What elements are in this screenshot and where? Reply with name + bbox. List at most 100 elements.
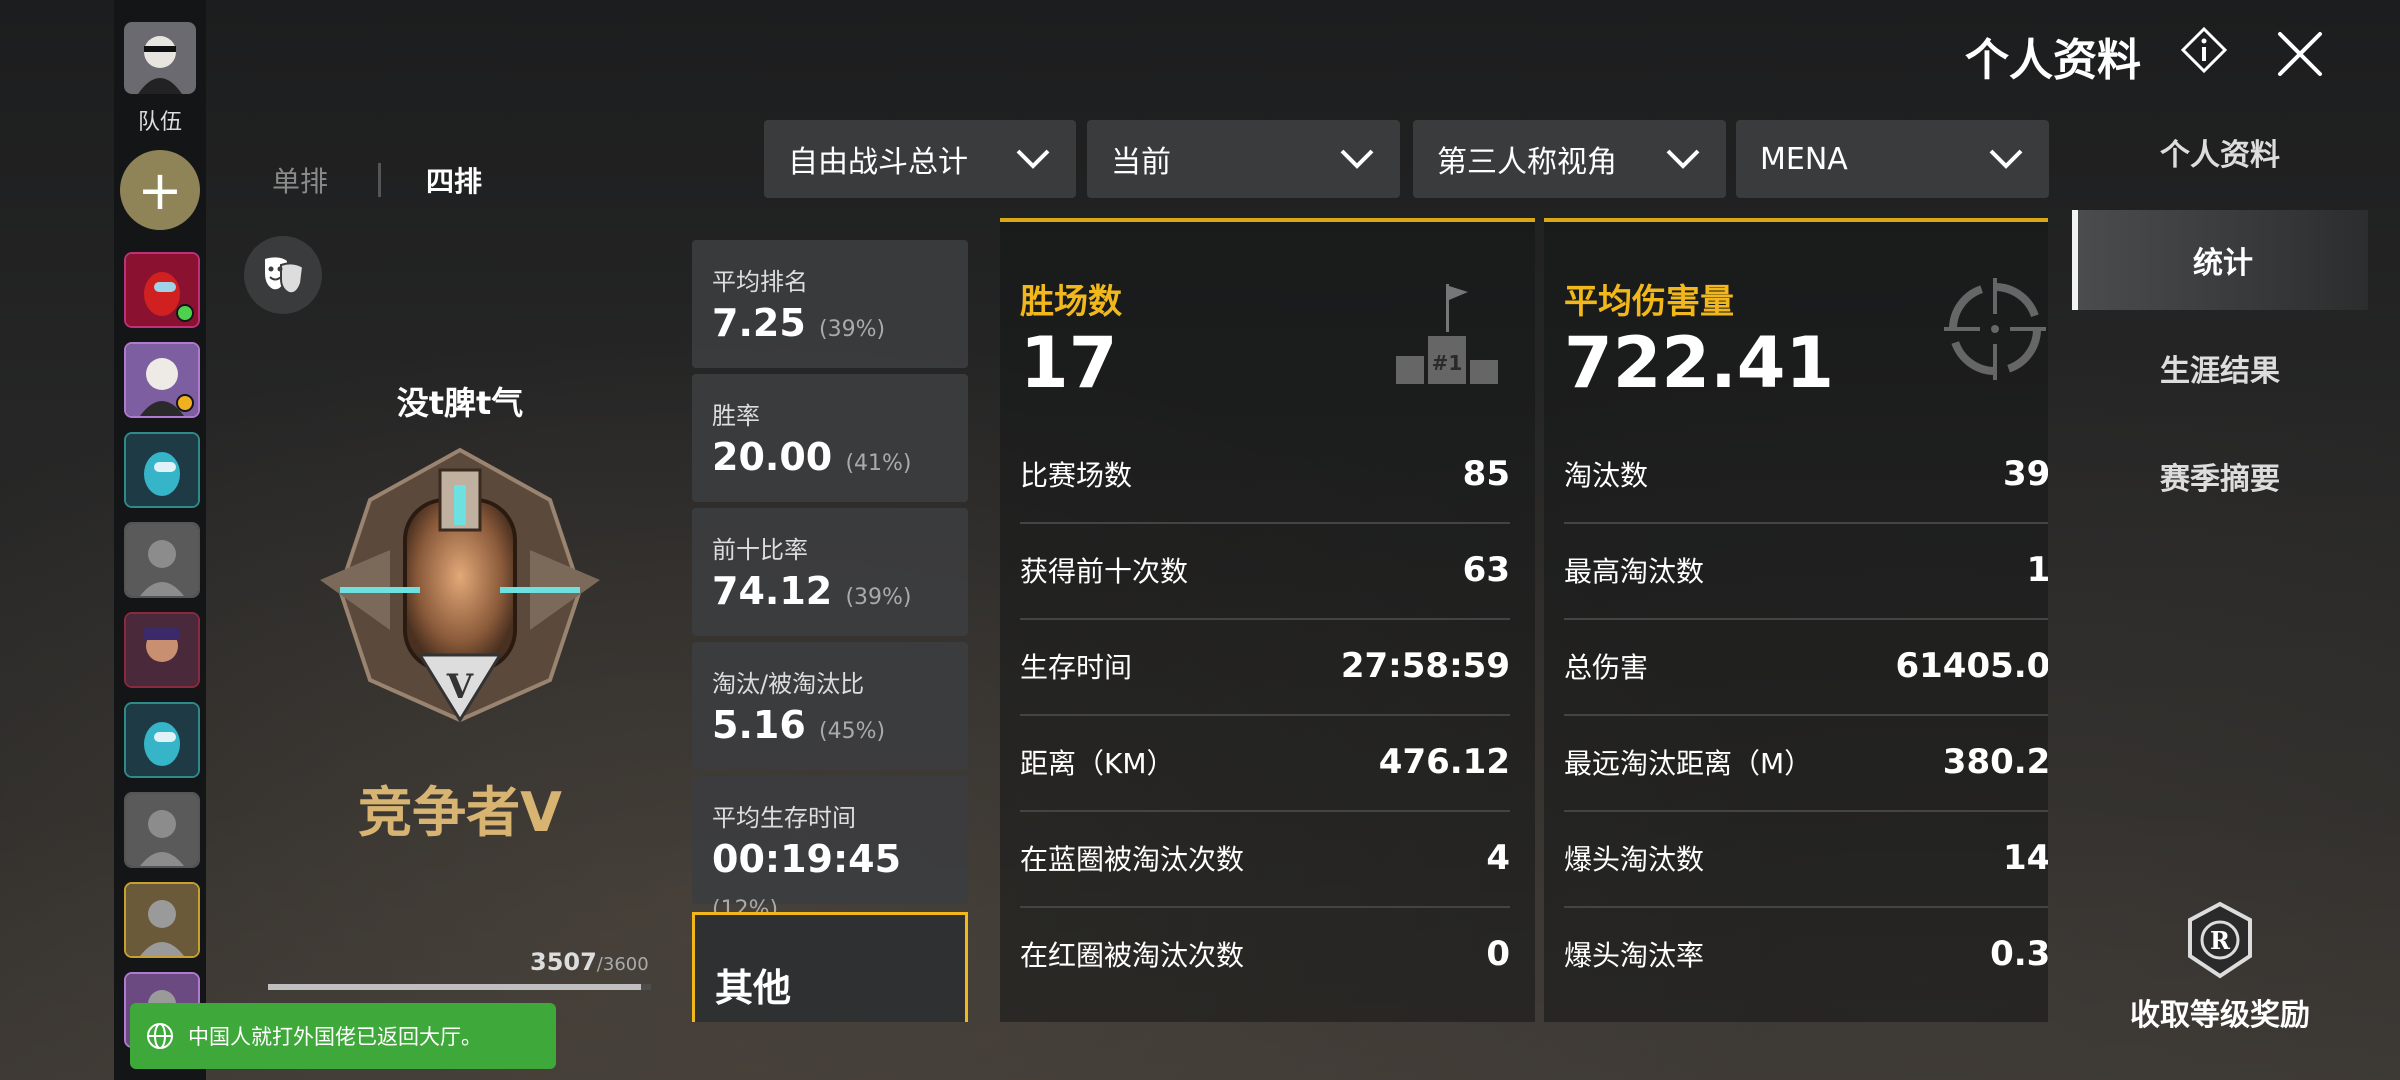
close-icon[interactable] (2272, 26, 2328, 82)
chevron-down-icon (1666, 149, 1700, 169)
stat-card-label: 平均生存时间 (712, 804, 856, 832)
globe-icon (147, 1023, 173, 1049)
stat-row-label: 淘汰数 (1564, 459, 1649, 492)
stat-card-win-rate[interactable]: 胜率 20.00 (41%) (692, 374, 968, 502)
stat-row: 爆头淘汰数 146 (1564, 810, 2048, 908)
stat-row-value: 392 (2003, 454, 2048, 494)
crosshair-icon (1944, 278, 2046, 380)
chevron-down-icon (1989, 149, 2023, 169)
dropdown-mode-value: 自由战斗总计 (788, 145, 968, 180)
tab-solo[interactable]: 单排 (272, 160, 328, 200)
svg-text:V: V (446, 667, 474, 707)
stat-row: 比赛场数 85 (1020, 426, 1510, 524)
dropdown-mode[interactable]: 自由战斗总计 (764, 120, 1076, 198)
friend-avatar[interactable] (124, 612, 200, 688)
friend-avatar[interactable] (124, 882, 200, 958)
dropdown-perspective[interactable]: 第三人称视角 (1413, 120, 1726, 198)
rank-points: 3507/3600 (530, 948, 649, 976)
stat-card-value: 5.16 (45%) (712, 703, 968, 747)
stat-row-label: 比赛场数 (1020, 459, 1133, 492)
stat-card-avg-rank[interactable]: 平均排名 7.25 (39%) (692, 240, 968, 368)
friends-rail: 队伍 + (114, 0, 206, 1080)
rank-progress-fill (268, 984, 642, 990)
stat-row-value: 0.37 (1990, 934, 2048, 974)
team-label: 队伍 (137, 110, 182, 135)
stat-row-value: 63 (1462, 550, 1510, 590)
stat-card-avg-survival[interactable]: 平均生存时间 00:19:45 (12%) (692, 776, 968, 922)
rank-reward-button[interactable]: R 收取等级奖励 (2110, 900, 2330, 1034)
rank-progress-bar (268, 984, 651, 990)
wins-value: 17 (1020, 322, 1118, 404)
damage-title: 平均伤害量 (1564, 282, 1734, 322)
stat-row-value: 146 (2003, 838, 2048, 878)
friend-avatar[interactable] (124, 702, 200, 778)
friend-avatar[interactable] (124, 432, 200, 508)
nav-career[interactable]: 生涯结果 (2072, 318, 2368, 418)
stat-card-label: 淘汰/被淘汰比 (712, 670, 865, 698)
podium-flag-icon: #1 (1396, 284, 1498, 384)
stat-card-top10-rate[interactable]: 前十比率 74.12 (39%) (692, 508, 968, 636)
rank-tier: 竞争者V (358, 781, 562, 844)
stat-row-label: 爆头淘汰率 (1564, 939, 1705, 972)
chevron-down-icon (1340, 149, 1374, 169)
stat-percent: (45%) (819, 719, 886, 744)
add-team-button[interactable]: + (120, 150, 200, 230)
nav-season-summary[interactable]: 赛季摘要 (2072, 426, 2368, 526)
rank-badge-icon: R (2188, 901, 2252, 979)
stat-row: 总伤害 61405.00 (1564, 618, 2048, 716)
team-avatar[interactable] (124, 22, 196, 94)
stat-card-kd[interactable]: 淘汰/被淘汰比 5.16 (45%) (692, 642, 968, 770)
stat-row-label: 最高淘汰数 (1564, 555, 1705, 588)
stat-row-label: 生存时间 (1020, 651, 1133, 684)
stat-value: 74.12 (712, 569, 833, 613)
player-name: 没t脾t气 (396, 384, 524, 422)
stat-row-value: 380.20 (1942, 742, 2048, 782)
stat-card-value: 7.25 (39%) (712, 301, 968, 345)
stat-row-value: 476.12 (1378, 742, 1510, 782)
chevron-down-icon (1016, 149, 1050, 169)
rank-emblem-icon: V (320, 447, 600, 723)
stat-value: 20.00 (712, 435, 833, 479)
nav-profile[interactable]: 个人资料 (2072, 102, 2368, 202)
stat-card-other[interactable]: 其他 (692, 912, 968, 1022)
stat-percent: (39%) (819, 317, 886, 342)
stat-row: 在红圈被淘汰次数 0 (1020, 906, 1510, 1002)
stat-row: 爆头淘汰率 0.37 (1564, 906, 2048, 1002)
stat-row-value: 0 (1486, 934, 1510, 974)
stat-row-value: 4 (1486, 838, 1510, 878)
stat-row-label: 在红圈被淘汰次数 (1020, 939, 1245, 972)
stat-value: 5.16 (712, 703, 806, 747)
rank-points-current: 3507 (530, 948, 597, 976)
notification-toast: 中国人就打外国佬已返回大厅。 (130, 1003, 556, 1069)
stat-row-label: 总伤害 (1564, 651, 1649, 684)
stat-row-value: 27:58:59 (1340, 646, 1510, 686)
friend-avatar[interactable] (124, 252, 200, 328)
friend-avatar[interactable] (124, 522, 200, 598)
theater-mask-icon (265, 257, 305, 295)
damage-panel: 平均伤害量 722.41 淘汰数392 最高淘汰数15 总伤害61405.00 … (1544, 218, 2048, 1022)
dropdown-season[interactable]: 当前 (1087, 120, 1400, 198)
stat-percent: (39%) (845, 585, 912, 610)
stat-row: 最高淘汰数 15 (1564, 522, 2048, 620)
dropdown-region[interactable]: MENA (1736, 120, 2049, 198)
stat-row-label: 爆头淘汰数 (1564, 843, 1705, 876)
stat-row: 淘汰数 392 (1564, 426, 2048, 524)
svg-text:R: R (2210, 926, 2231, 955)
tab-squad[interactable]: 四排 (426, 160, 482, 200)
stat-card-value: 20.00 (41%) (712, 435, 968, 479)
friend-avatar[interactable] (124, 342, 200, 418)
stat-card-value: 74.12 (39%) (712, 569, 968, 613)
stat-row-value: 61405.00 (1895, 646, 2048, 686)
stat-row: 距离（KM） 476.12 (1020, 714, 1510, 812)
stat-card-other-label: 其他 (715, 966, 792, 1010)
info-icon[interactable] (2180, 26, 2228, 74)
stat-row: 获得前十次数 63 (1020, 522, 1510, 620)
stat-row: 在蓝圈被淘汰次数 4 (1020, 810, 1510, 908)
page-title: 个人资料 (1965, 35, 2141, 86)
friend-avatar[interactable] (124, 792, 200, 868)
dropdown-perspective-value: 第三人称视角 (1437, 145, 1617, 180)
notification-text: 中国人就打外国佬已返回大厅。 (188, 1025, 482, 1049)
emote-mask-button[interactable] (244, 236, 322, 314)
nav-stats[interactable]: 统计 (2072, 210, 2368, 310)
rank-points-max: /3600 (596, 954, 649, 975)
